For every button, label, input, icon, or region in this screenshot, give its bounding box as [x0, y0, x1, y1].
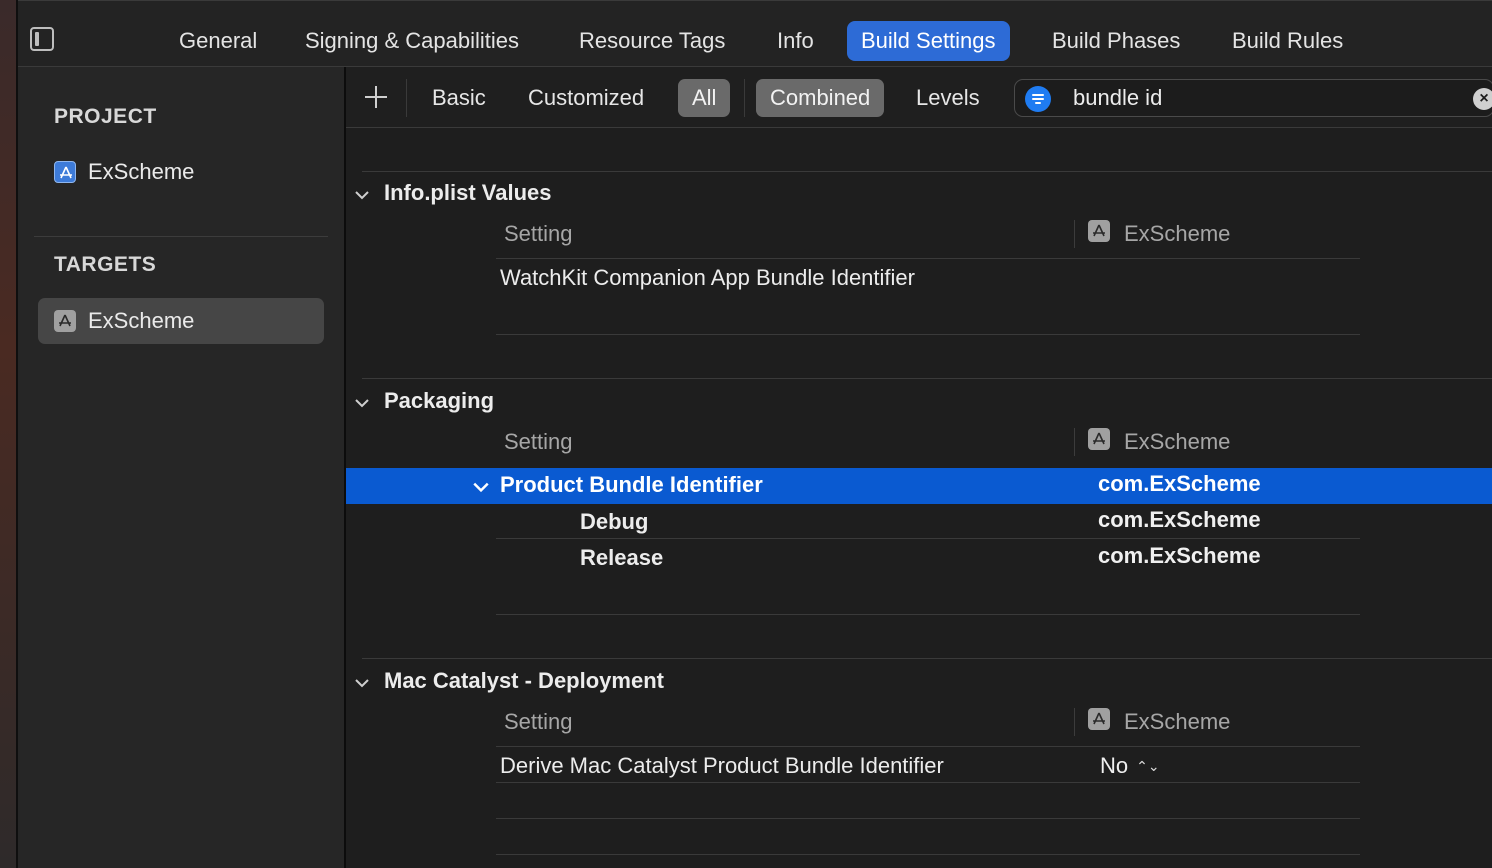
view-levels-button[interactable]: Levels — [902, 79, 994, 117]
search-input[interactable]: bundle id — [1073, 85, 1162, 111]
row-divider — [496, 258, 1360, 259]
scope-basic-button[interactable]: Basic — [418, 79, 500, 117]
setting-value-popup[interactable]: No ⌃⌄ — [1100, 753, 1160, 779]
column-setting-header[interactable]: Setting — [504, 709, 573, 735]
project-header: PROJECT — [54, 105, 157, 128]
row-divider — [496, 746, 1360, 747]
row-divider — [496, 854, 1360, 855]
section-title-packaging[interactable]: Packaging — [384, 388, 494, 414]
expand-chevron-icon[interactable] — [472, 478, 490, 496]
sidebar-item-target[interactable]: ExScheme — [38, 298, 324, 344]
sidebar-divider — [34, 236, 328, 237]
app-target-icon — [1088, 428, 1110, 450]
project-icon — [54, 161, 76, 183]
app-target-icon — [1088, 220, 1110, 242]
setting-watchkit-companion-bundle-id[interactable]: WatchKit Companion App Bundle Identifier — [500, 265, 915, 291]
section-divider — [362, 658, 1492, 659]
tab-info[interactable]: Info — [763, 21, 828, 61]
column-setting-header[interactable]: Setting — [504, 221, 573, 247]
project-name: ExScheme — [88, 159, 195, 184]
project-navigator: PROJECT ExScheme TARGETS ExScheme — [18, 67, 344, 868]
setting-value[interactable]: com.ExScheme — [1098, 471, 1261, 497]
tab-resource-tags[interactable]: Resource Tags — [565, 21, 739, 61]
popup-value: No — [1100, 753, 1129, 778]
tab-signing-capabilities[interactable]: Signing & Capabilities — [291, 21, 533, 61]
app-target-icon — [1088, 708, 1110, 730]
setting-product-bundle-identifier[interactable]: Product Bundle Identifier — [500, 472, 763, 498]
setting-value[interactable]: com.ExScheme — [1098, 507, 1261, 533]
scope-customized-button[interactable]: Customized — [514, 79, 658, 117]
column-separator — [1074, 428, 1075, 456]
disclosure-chevron-icon[interactable] — [354, 187, 370, 203]
add-icon[interactable] — [364, 85, 388, 109]
setting-value[interactable]: com.ExScheme — [1098, 543, 1261, 569]
targets-header: TARGETS — [54, 253, 157, 276]
clear-search-icon[interactable]: × — [1473, 88, 1492, 110]
disclosure-chevron-icon[interactable] — [354, 675, 370, 691]
filter-icon[interactable] — [1025, 86, 1051, 112]
setting-config-debug[interactable]: Debug — [580, 509, 648, 535]
target-name: ExScheme — [88, 308, 195, 333]
row-divider — [496, 614, 1360, 615]
tab-build-settings[interactable]: Build Settings — [847, 21, 1010, 61]
view-combined-button[interactable]: Combined — [756, 79, 885, 117]
tab-build-phases[interactable]: Build Phases — [1038, 21, 1194, 61]
build-settings-filter-bar: Basic Customized All Combined Levels bun… — [346, 67, 1492, 128]
build-settings-table: Info.plist Values Setting ExScheme Watch… — [346, 128, 1492, 868]
column-setting-header[interactable]: Setting — [504, 429, 573, 455]
row-divider — [496, 538, 1360, 539]
column-target-header[interactable]: ExScheme — [1124, 709, 1230, 735]
sidebar-toggle-icon[interactable] — [30, 27, 54, 51]
column-target-header[interactable]: ExScheme — [1124, 429, 1230, 455]
scope-all-button[interactable]: All — [678, 79, 731, 117]
setting-derive-mac-catalyst-bundle-id[interactable]: Derive Mac Catalyst Product Bundle Ident… — [500, 753, 944, 779]
row-divider — [496, 782, 1360, 783]
column-separator — [1074, 220, 1075, 248]
toolbar-separator — [744, 79, 745, 117]
section-divider — [362, 378, 1492, 379]
tab-general[interactable]: General — [165, 21, 271, 61]
column-separator — [1074, 708, 1075, 736]
search-field[interactable]: bundle id × — [1014, 79, 1492, 117]
desktop-edge — [0, 0, 16, 868]
row-divider — [496, 818, 1360, 819]
section-divider — [362, 171, 1492, 172]
setting-config-release[interactable]: Release — [580, 545, 663, 571]
section-title-mac-catalyst[interactable]: Mac Catalyst - Deployment — [384, 668, 664, 694]
section-title-info-plist[interactable]: Info.plist Values — [384, 180, 551, 206]
sidebar-item-project[interactable]: ExScheme — [38, 149, 324, 195]
popup-chevrons-icon: ⌃⌄ — [1136, 758, 1160, 774]
disclosure-chevron-icon[interactable] — [354, 395, 370, 411]
app-target-icon — [54, 310, 76, 332]
row-divider — [496, 334, 1360, 335]
editor-tab-bar: General Signing & Capabilities Resource … — [18, 0, 1492, 67]
tab-build-rules[interactable]: Build Rules — [1218, 21, 1357, 61]
toolbar-separator — [406, 79, 407, 117]
column-target-header[interactable]: ExScheme — [1124, 221, 1230, 247]
